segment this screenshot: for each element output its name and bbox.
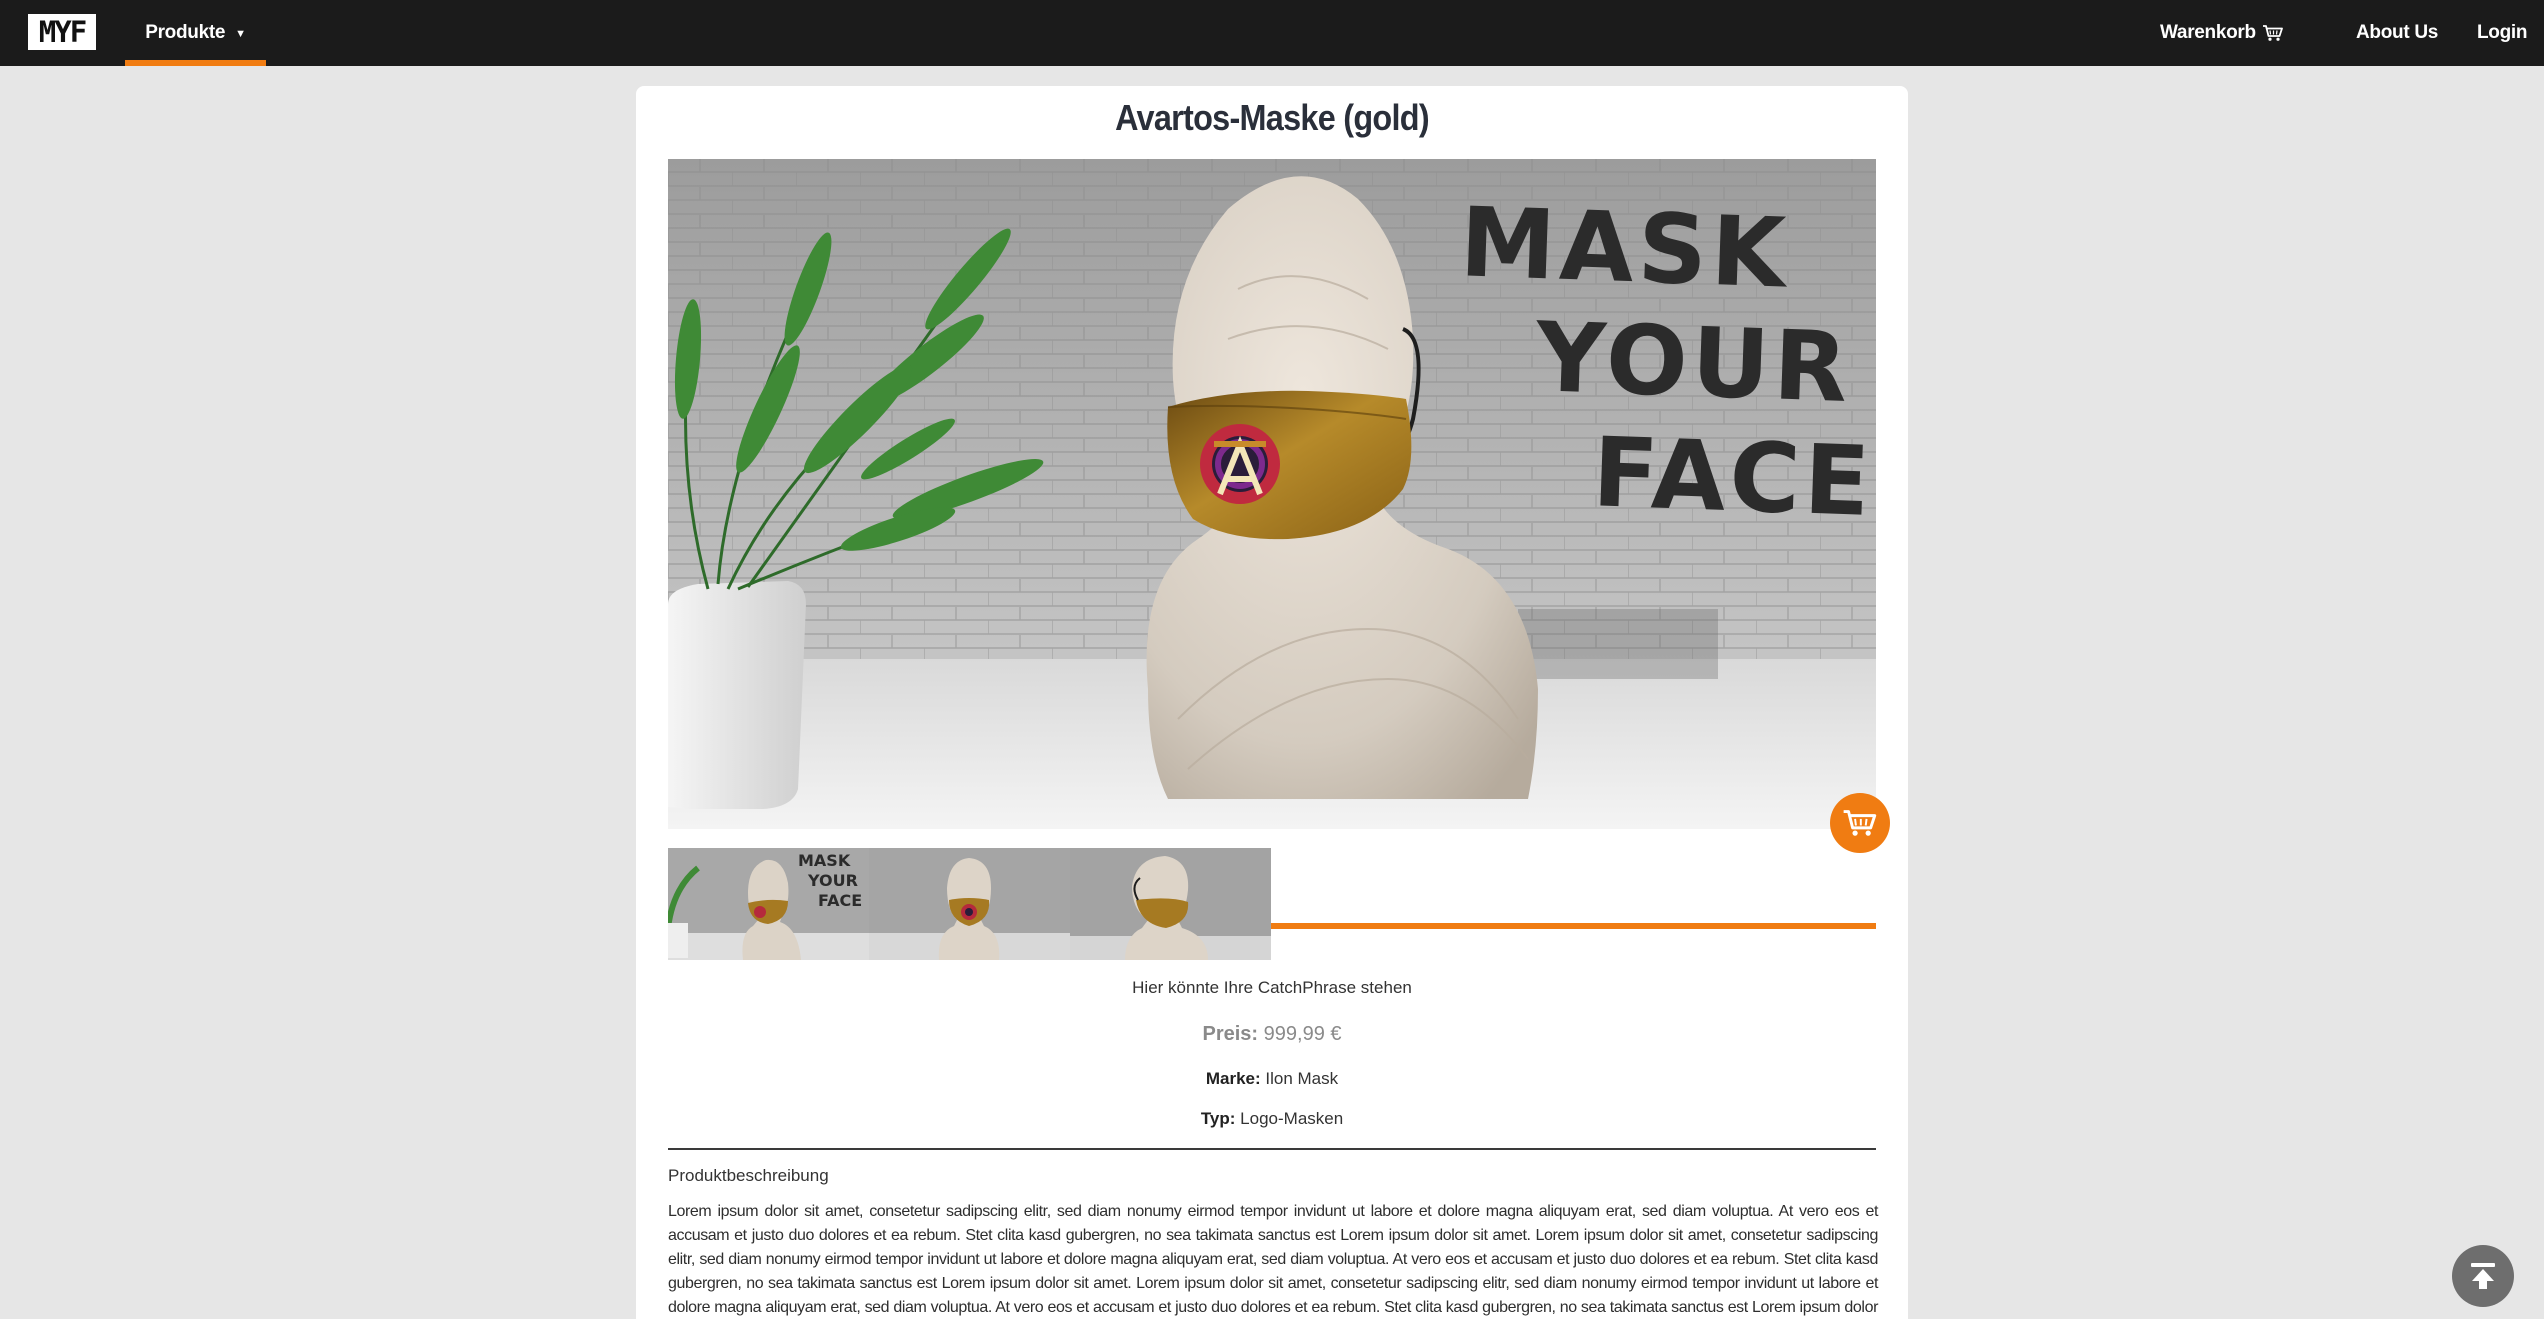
price-value: 999,99 €	[1263, 1023, 1342, 1045]
cart-icon	[2262, 25, 2283, 41]
cart-icon	[1843, 810, 1877, 836]
nav-about-link[interactable]: About Us	[2356, 0, 2438, 66]
scroll-to-top-button[interactable]	[2452, 1245, 2514, 1307]
description-text: Lorem ipsum dolor sit amet, consetetur s…	[668, 1203, 1878, 1316]
svg-text:MASK: MASK	[798, 851, 851, 870]
section-divider	[668, 1148, 1876, 1150]
product-type: Typ: Logo-Masken	[636, 1109, 1908, 1129]
type-label: Typ:	[1200, 1109, 1236, 1128]
product-catchphrase: Hier könnte Ihre CatchPhrase stehen	[1132, 978, 1412, 997]
product-brand: Marke: Ilon Mask	[636, 1069, 1908, 1089]
description-heading: Produktbeschreibung	[668, 1166, 829, 1185]
product-main-image[interactable]: MASK YOUR FACE	[668, 159, 1876, 829]
product-price: Preis: 999,99 €	[636, 1023, 1908, 1046]
svg-text:MASK: MASK	[1458, 186, 1791, 309]
svg-text:FACE: FACE	[818, 891, 862, 910]
nav-produkte-dropdown[interactable]: Produkte ▼	[125, 0, 266, 66]
svg-text:YOUR: YOUR	[1533, 301, 1853, 424]
nav-warenkorb-link[interactable]: Warenkorb	[2160, 0, 2284, 66]
thumbnail-2[interactable]	[869, 848, 1070, 960]
brand-value: Ilon Mask	[1265, 1069, 1339, 1088]
brand-logo[interactable]: MYF	[28, 14, 96, 50]
product-title: Avartos-Maske (gold)	[1115, 97, 1430, 138]
thumbnail-3[interactable]	[1070, 848, 1271, 960]
mask-on-mannequin-photo: MASK YOUR FACE	[668, 159, 1876, 829]
arrow-up-to-top-icon	[2471, 1263, 2495, 1289]
brand-label: Marke:	[1205, 1069, 1261, 1088]
nav-active-indicator	[125, 60, 266, 66]
caret-down-icon: ▼	[235, 28, 246, 40]
nav-produkte-label: Produkte	[145, 22, 226, 43]
nav-login-label: Login	[2477, 22, 2528, 43]
nav-about-label: About Us	[2356, 22, 2439, 43]
nav-login-link[interactable]: Login	[2477, 0, 2528, 66]
add-to-cart-button[interactable]	[1830, 793, 1890, 853]
top-navbar: MYF Produkte ▼ Warenkorb About Us Login	[0, 0, 2544, 66]
brand-logo-text: MYF	[38, 15, 87, 49]
type-value: Logo-Masken	[1240, 1109, 1344, 1128]
price-label: Preis:	[1202, 1023, 1259, 1045]
thumbnail-strip: MASK YOUR FACE	[668, 848, 1271, 960]
thumbnail-1[interactable]: MASK YOUR FACE	[668, 848, 869, 960]
svg-text:YOUR: YOUR	[807, 871, 858, 890]
nav-warenkorb-label: Warenkorb	[2160, 22, 2256, 43]
svg-text:FACE: FACE	[1591, 416, 1876, 538]
mask-logo	[1200, 424, 1280, 504]
product-card: Avartos-Maske (gold) MASK YOUR FACE MASK…	[636, 86, 1908, 1319]
